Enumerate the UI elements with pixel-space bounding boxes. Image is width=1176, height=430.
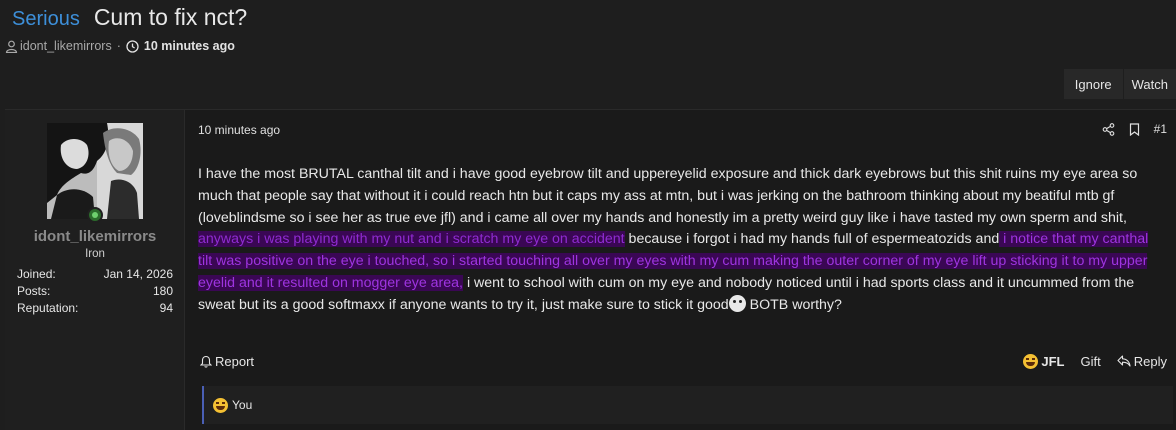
laughing-emoji-icon <box>213 397 228 413</box>
username-link[interactable]: idont_likemirrors <box>5 228 185 245</box>
share-icon[interactable] <box>1102 122 1115 136</box>
thread-author-link[interactable]: idont_likemirrors <box>20 39 112 53</box>
stat-row: Reputation: 94 <box>17 301 173 318</box>
laughing-emoji-icon <box>1023 353 1039 369</box>
stat-value: 94 <box>159 301 173 315</box>
jfl-reaction-button[interactable]: JFL <box>1023 353 1065 369</box>
stat-value: 180 <box>152 284 173 298</box>
bell-icon <box>200 355 212 368</box>
report-button[interactable]: Report <box>200 354 254 369</box>
gift-button[interactable]: Gift <box>1081 354 1101 369</box>
stat-value: Jan 14, 2026 <box>103 267 173 281</box>
gift-label: Gift <box>1080 353 1101 369</box>
reactions-bar[interactable]: You <box>202 386 1173 424</box>
ghost-emoji-icon <box>728 294 746 312</box>
thread-prefix-label[interactable]: Serious <box>12 8 80 31</box>
post-content: 10 minutes ago #1 I have the most BRUTAL… <box>198 110 1173 430</box>
post-text: BOTB worthy? <box>745 296 842 313</box>
post-text: because i forgot i had my hands full of … <box>624 231 1000 248</box>
reactions-text: You <box>232 398 253 412</box>
post-time[interactable]: 10 minutes ago <box>198 123 280 137</box>
stat-row: Posts: 180 <box>17 284 173 301</box>
post-text: I have the most BRUTAL canthal tilt and … <box>198 166 1138 226</box>
avatar[interactable] <box>47 123 143 219</box>
jfl-label: JFL <box>1041 353 1065 369</box>
thread-actions: Ignore Watch <box>1062 69 1176 99</box>
thread-time[interactable]: 10 minutes ago <box>144 39 235 53</box>
stat-row: Joined: Jan 14, 2026 <box>17 267 173 284</box>
post-header-actions: #1 <box>1102 122 1167 136</box>
stat-label: Joined: <box>17 267 56 281</box>
post: idont_likemirrors Iron Joined: Jan 14, 2… <box>5 109 1176 430</box>
user-stats: Joined: Jan 14, 2026 Posts: 180 Reputati… <box>17 267 173 318</box>
reply-button[interactable]: Reply <box>1117 354 1167 369</box>
user-icon <box>5 40 18 53</box>
ignore-button[interactable]: Ignore <box>1062 69 1123 99</box>
avatar-image <box>47 123 143 219</box>
report-label: Report <box>215 353 255 369</box>
user-rank: Iron <box>85 248 105 260</box>
stat-label: Reputation: <box>17 301 79 315</box>
post-footer-actions: JFL Gift Reply <box>1023 353 1167 369</box>
post-body: I have the most BRUTAL canthal tilt and … <box>198 164 1164 317</box>
reply-icon <box>1117 355 1131 367</box>
meta-separator: · <box>116 39 121 53</box>
online-status-icon <box>87 207 103 223</box>
highlighted-text: anyways i was playing with my nut and i … <box>198 231 625 248</box>
post-number-link[interactable]: #1 <box>1154 122 1167 136</box>
bookmark-icon[interactable] <box>1129 122 1140 136</box>
thread-header: Serious Cum to fix nct? <box>12 4 247 34</box>
clock-icon <box>126 39 139 53</box>
watch-button[interactable]: Watch <box>1122 69 1176 99</box>
user-cell: idont_likemirrors Iron Joined: Jan 14, 2… <box>5 110 185 430</box>
thread-title: Cum to fix nct? <box>93 4 248 30</box>
post-footer: Report JFL Gift Reply <box>200 351 1167 371</box>
thread-meta: idont_likemirrors · 10 minutes ago <box>5 39 235 53</box>
reply-label: Reply <box>1133 353 1167 369</box>
stat-label: Posts: <box>17 284 51 298</box>
